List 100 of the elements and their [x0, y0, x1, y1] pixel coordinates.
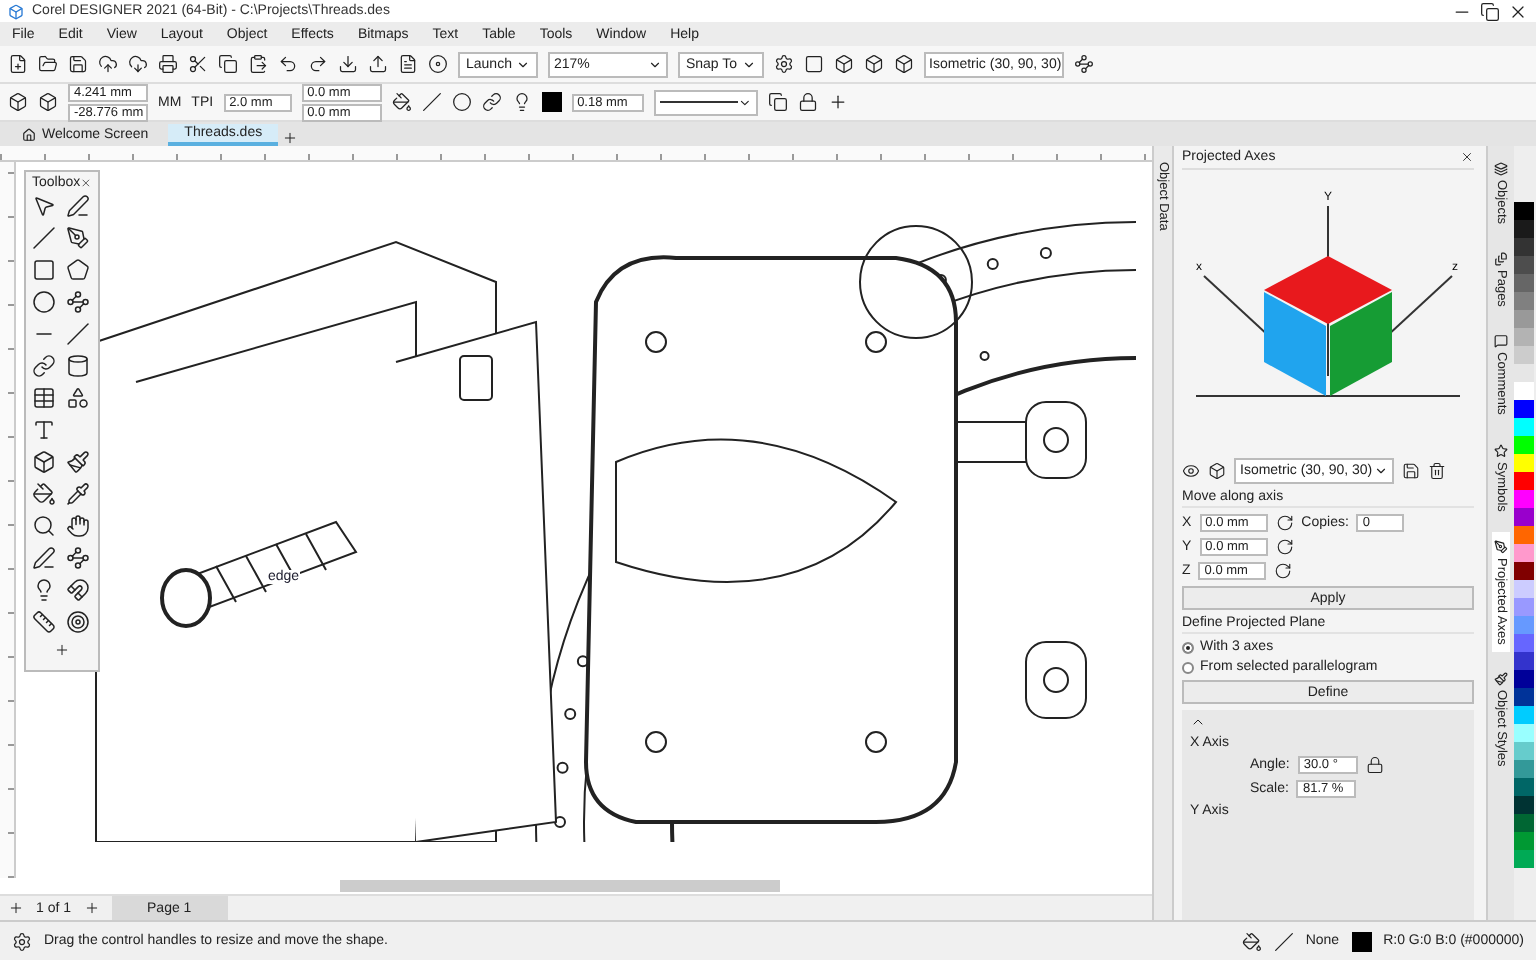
- palette-swatch[interactable]: [1514, 202, 1534, 220]
- disc-icon[interactable]: [428, 54, 448, 74]
- palette-swatch[interactable]: [1514, 562, 1534, 580]
- palette-swatch[interactable]: [1514, 328, 1534, 346]
- copy-icon[interactable]: [218, 54, 238, 74]
- scrollbar-thumb[interactable]: [340, 880, 780, 892]
- fill-icon[interactable]: [1241, 931, 1262, 951]
- object-icon[interactable]: [38, 92, 58, 112]
- save-icon[interactable]: [1402, 462, 1420, 480]
- line-icon[interactable]: [65, 322, 89, 346]
- palette-swatch[interactable]: [1514, 454, 1534, 472]
- close-icon[interactable]: [1460, 150, 1474, 164]
- cloud-download-icon[interactable]: [128, 54, 148, 74]
- cylinder-icon[interactable]: [65, 354, 89, 378]
- caret-icon[interactable]: [741, 57, 756, 71]
- polygon-icon[interactable]: [65, 258, 89, 282]
- checkbox-icon[interactable]: [803, 54, 824, 74]
- palette-swatch[interactable]: [1514, 238, 1534, 256]
- pointer-icon[interactable]: [31, 194, 55, 218]
- cube-icon[interactable]: [893, 54, 914, 74]
- cube-icon[interactable]: [31, 450, 55, 474]
- add-page-icon[interactable]: [83, 900, 100, 916]
- eyedropper-icon[interactable]: [65, 482, 89, 506]
- connector-icon[interactable]: [31, 354, 55, 378]
- palette-swatch[interactable]: [1514, 634, 1534, 652]
- add-icon[interactable]: [827, 92, 848, 112]
- palette-swatch[interactable]: [1514, 724, 1534, 742]
- add-tab-icon[interactable]: [282, 130, 299, 146]
- restore-icon[interactable]: [1480, 1, 1500, 21]
- palette-swatch[interactable]: [1514, 580, 1534, 598]
- settings-icon[interactable]: [773, 54, 794, 74]
- add-icon[interactable]: [54, 642, 70, 658]
- lock-icon[interactable]: [797, 92, 818, 112]
- lock-icon[interactable]: [1365, 756, 1384, 774]
- caret-icon[interactable]: [1374, 464, 1388, 478]
- palette-swatch[interactable]: [1514, 418, 1534, 436]
- rotate-icon[interactable]: [1275, 514, 1294, 532]
- palette-swatch[interactable]: [1514, 472, 1534, 490]
- ellipse-icon[interactable]: [451, 92, 472, 112]
- cube-icon[interactable]: [863, 54, 884, 74]
- cube-icon[interactable]: [833, 54, 854, 74]
- target-icon[interactable]: [65, 610, 89, 634]
- eye-icon[interactable]: [1182, 462, 1200, 480]
- palette-swatch[interactable]: [1514, 508, 1534, 526]
- ruler-icon[interactable]: [31, 610, 55, 634]
- cut-icon[interactable]: [188, 54, 208, 74]
- cube-icon[interactable]: [1208, 462, 1226, 480]
- rotate-icon[interactable]: [1274, 562, 1293, 580]
- nodes-icon[interactable]: [65, 546, 89, 570]
- link-icon[interactable]: [481, 92, 502, 112]
- palette-swatch[interactable]: [1514, 400, 1534, 418]
- paste-icon[interactable]: [248, 54, 268, 74]
- palette-swatch[interactable]: [1514, 616, 1534, 634]
- bucket-icon[interactable]: [31, 482, 55, 506]
- palette-swatch[interactable]: [1514, 274, 1534, 292]
- palette-swatch[interactable]: [1514, 346, 1534, 364]
- color-swatch[interactable]: [541, 92, 562, 112]
- palette-swatch[interactable]: [1514, 670, 1534, 688]
- hand-icon[interactable]: [65, 514, 89, 538]
- settings-icon[interactable]: [12, 931, 32, 951]
- save-icon[interactable]: [68, 54, 88, 74]
- palette-swatch[interactable]: [1514, 256, 1534, 274]
- add-page-icon[interactable]: [8, 900, 24, 916]
- search-icon[interactable]: [31, 514, 55, 538]
- palette-swatch[interactable]: [1514, 814, 1534, 832]
- caret-icon[interactable]: [515, 57, 530, 71]
- arrange-icon[interactable]: [767, 92, 788, 112]
- palette-swatch[interactable]: [1514, 292, 1534, 310]
- object-icon[interactable]: [8, 92, 28, 112]
- line-icon[interactable]: [31, 226, 55, 250]
- folder-icon[interactable]: [38, 54, 58, 74]
- nodes-icon[interactable]: [65, 290, 89, 314]
- palette-swatch[interactable]: [1514, 526, 1534, 544]
- export-icon[interactable]: [368, 54, 388, 74]
- palette-swatch[interactable]: [1514, 310, 1534, 328]
- palette-swatch[interactable]: [1514, 832, 1534, 850]
- magnet-icon[interactable]: [65, 578, 89, 602]
- new-document-icon[interactable]: [8, 54, 28, 74]
- palette-swatch[interactable]: [1514, 436, 1534, 454]
- palette-swatch[interactable]: [1514, 742, 1534, 760]
- shapes-icon[interactable]: [65, 386, 89, 410]
- close-icon[interactable]: [1508, 1, 1528, 21]
- fill-icon[interactable]: [391, 92, 412, 112]
- import-icon[interactable]: [338, 54, 358, 74]
- palette-swatch[interactable]: [1514, 382, 1534, 400]
- palette-swatch[interactable]: [1514, 652, 1534, 670]
- lightbulb-icon[interactable]: [31, 578, 55, 602]
- palette-swatch[interactable]: [1514, 850, 1534, 868]
- axes-icon[interactable]: [1073, 54, 1094, 74]
- line-style-select[interactable]: [653, 89, 758, 115]
- palette-swatch[interactable]: [1514, 796, 1534, 814]
- text-icon[interactable]: [31, 418, 55, 442]
- no-fill-icon[interactable]: [1273, 931, 1294, 951]
- collapse-icon[interactable]: [1190, 714, 1206, 730]
- pdf-icon[interactable]: [398, 54, 418, 74]
- palette-swatch[interactable]: [1514, 544, 1534, 562]
- palette-swatch[interactable]: [1514, 778, 1534, 796]
- palette-swatch[interactable]: [1514, 490, 1534, 508]
- redo-icon[interactable]: [308, 54, 328, 74]
- palette-swatch[interactable]: [1514, 760, 1534, 778]
